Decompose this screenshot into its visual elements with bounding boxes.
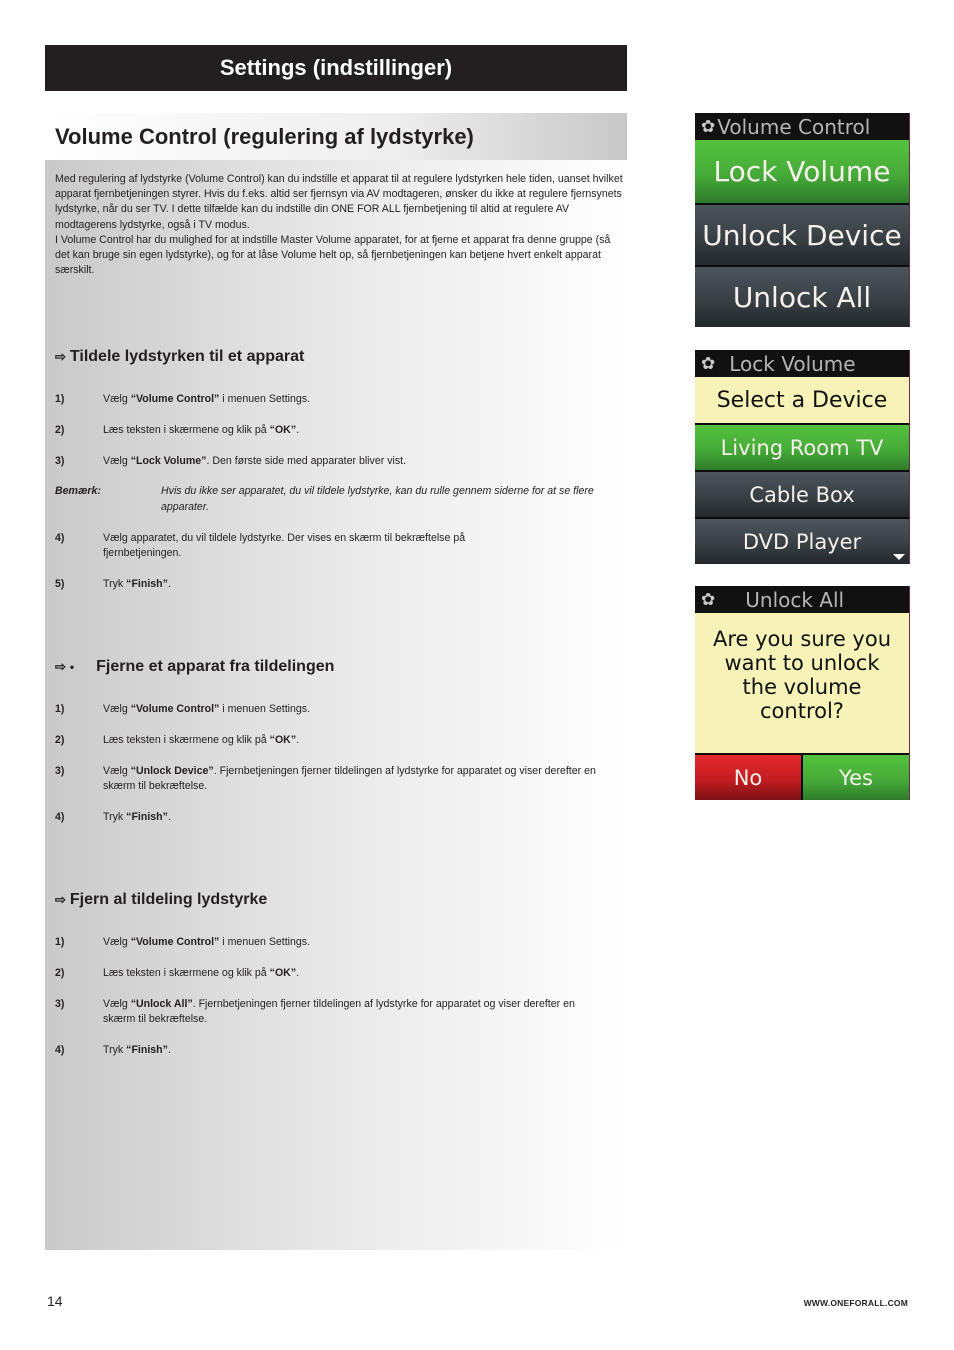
banner-title: Settings (indstillinger) <box>219 55 453 80</box>
step-text: Læs teksten i skærmene og klik på “OK”. <box>103 734 300 746</box>
confirm-buttons: No Yes <box>695 753 909 800</box>
note-text: Hvis du ikke ser apparatet, du vil tilde… <box>161 485 594 513</box>
note-label: Bemærk: <box>55 485 101 497</box>
section-title: Volume Control (regulering af lydstyrke) <box>55 123 474 149</box>
unlock-all-button[interactable]: Unlock All <box>695 265 909 327</box>
step-text: Tryk “Finish”. <box>103 578 171 590</box>
step-number: 1) <box>55 936 65 948</box>
step-text: Vælg “Volume Control” i menuen Settings. <box>103 393 311 405</box>
bullet: • <box>69 660 75 674</box>
step-item: 1) Vælg “Volume Control” i menuen Settin… <box>55 702 615 717</box>
select-device-prompt: Select a Device <box>695 377 909 423</box>
step-text: Læs teksten i skærmene og klik på “OK”. <box>103 424 300 436</box>
screen-volume-control: ✿ Volume Control Lock Volume Unlock Devi… <box>695 113 910 327</box>
intro-paragraph: I Volume Control har du mulighed for at … <box>55 233 611 277</box>
step-number: 3) <box>55 765 65 777</box>
gear-icon: ✿ <box>701 353 716 374</box>
step-text: Tryk “Finish”. <box>103 1044 171 1056</box>
screen-title: Lock Volume <box>729 351 856 376</box>
device-living-room-tv[interactable]: Living Room TV <box>695 423 909 470</box>
step-item: 2) Læs teksten i skærmene og klik på “OK… <box>55 966 615 981</box>
step-number: 3) <box>55 455 65 467</box>
step-item: 4) Vælg apparatet, du vil tildele lydsty… <box>55 531 615 561</box>
yes-button[interactable]: Yes <box>801 753 909 800</box>
screen-lock-volume: ✿ Lock Volume Select a Device Living Roo… <box>695 350 910 564</box>
step-number: 2) <box>55 424 65 436</box>
screen-header: ✿ Unlock All <box>695 586 909 613</box>
step-item: 1) Vælg “Volume Control” i menuen Settin… <box>55 935 615 950</box>
step-item: 4) Tryk “Finish”. <box>55 1043 615 1058</box>
step-item: 3) Vælg “Unlock All”. Fjernbetjeningen f… <box>55 997 615 1027</box>
step-number: 1) <box>55 393 65 405</box>
website-link[interactable]: WWW.ONEFORALL.COM <box>804 1298 908 1308</box>
heading-text: Fjerne et apparat fra tildelingen <box>96 658 335 675</box>
note: Bemærk: Hvis du ikke ser apparatet, du v… <box>55 484 615 515</box>
step-text: Vælg “Unlock All”. Fjernbetjeningen fjer… <box>103 998 575 1025</box>
screen-unlock-all: ✿ Unlock All Are you sure you want to un… <box>695 586 910 800</box>
step-number: 4) <box>55 811 65 823</box>
heading-text: Tildele lydstyrken til et apparat <box>69 348 305 365</box>
confirm-message: Are you sure you want to unlock the volu… <box>695 613 909 753</box>
section-body: Med regulering af lydstyrke (Volume Cont… <box>45 160 627 1250</box>
arrow-right-icon: ⇨ <box>55 892 66 907</box>
step-text: Vælg apparatet, du vil tildele lydstyrke… <box>103 532 466 559</box>
step-text: Vælg “Unlock Device”. Fjernbetjeningen f… <box>103 765 596 792</box>
device-dvd-player[interactable]: DVD Player <box>695 517 909 564</box>
step-item: 5) Tryk “Finish”. <box>55 577 615 592</box>
unlock-device-button[interactable]: Unlock Device <box>695 203 909 265</box>
step-number: 3) <box>55 998 65 1010</box>
step-text: Vælg “Lock Volume”. Den første side med … <box>103 455 407 467</box>
step-item: 2) Læs teksten i skærmene og klik på “OK… <box>55 733 615 748</box>
section-title-band: Volume Control (regulering af lydstyrke) <box>45 113 627 160</box>
step-item: 3) Vælg “Lock Volume”. Den første side m… <box>55 454 615 469</box>
step-number: 1) <box>55 703 65 715</box>
screen-title: Unlock All <box>745 587 845 612</box>
page-banner: Settings (indstillinger) <box>45 45 627 91</box>
step-item: 2) Læs teksten i skærmene og klik på “OK… <box>55 423 615 438</box>
step-item: 3) Vælg “Unlock Device”. Fjernbetjeninge… <box>55 764 615 794</box>
step-number: 4) <box>55 532 65 544</box>
step-text: Læs teksten i skærmene og klik på “OK”. <box>103 967 300 979</box>
no-button[interactable]: No <box>695 753 801 800</box>
subsection-heading: ⇨ Tildele lydstyrken til et apparat <box>55 348 304 366</box>
step-item: 1) Vælg “Volume Control” i menuen Settin… <box>55 392 615 407</box>
step-number: 4) <box>55 1044 65 1056</box>
step-text: Tryk “Finish”. <box>103 811 171 823</box>
screen-header: ✿ Volume Control <box>695 113 909 140</box>
step-number: 2) <box>55 734 65 746</box>
step-number: 2) <box>55 967 65 979</box>
gear-icon: ✿ <box>701 589 716 610</box>
gear-icon: ✿ <box>701 116 716 137</box>
chevron-down-icon[interactable] <box>893 554 905 560</box>
page-number: 14 <box>47 1293 63 1309</box>
heading-text: Fjern al tildeling lydstyrke <box>69 891 268 908</box>
subsection-heading: ⇨ • Fjerne et apparat fra tildelingen <box>55 658 334 676</box>
screen-header: ✿ Lock Volume <box>695 350 909 377</box>
arrow-right-icon: ⇨ <box>55 349 66 364</box>
lock-volume-button[interactable]: Lock Volume <box>695 140 909 203</box>
step-number: 5) <box>55 578 65 590</box>
step-text: Vælg “Volume Control” i menuen Settings. <box>103 936 311 948</box>
subsection-heading: ⇨ Fjern al tildeling lydstyrke <box>55 891 267 909</box>
intro-text: Med regulering af lydstyrke (Volume Cont… <box>55 172 623 278</box>
arrow-right-icon: ⇨ <box>55 659 66 674</box>
intro-paragraph: Med regulering af lydstyrke (Volume Cont… <box>55 173 623 231</box>
content-panel: Volume Control (regulering af lydstyrke)… <box>45 113 627 1250</box>
device-cable-box[interactable]: Cable Box <box>695 470 909 517</box>
step-item: 4) Tryk “Finish”. <box>55 810 615 825</box>
screen-title: Volume Control <box>717 114 871 139</box>
step-text: Vælg “Volume Control” i menuen Settings. <box>103 703 311 715</box>
